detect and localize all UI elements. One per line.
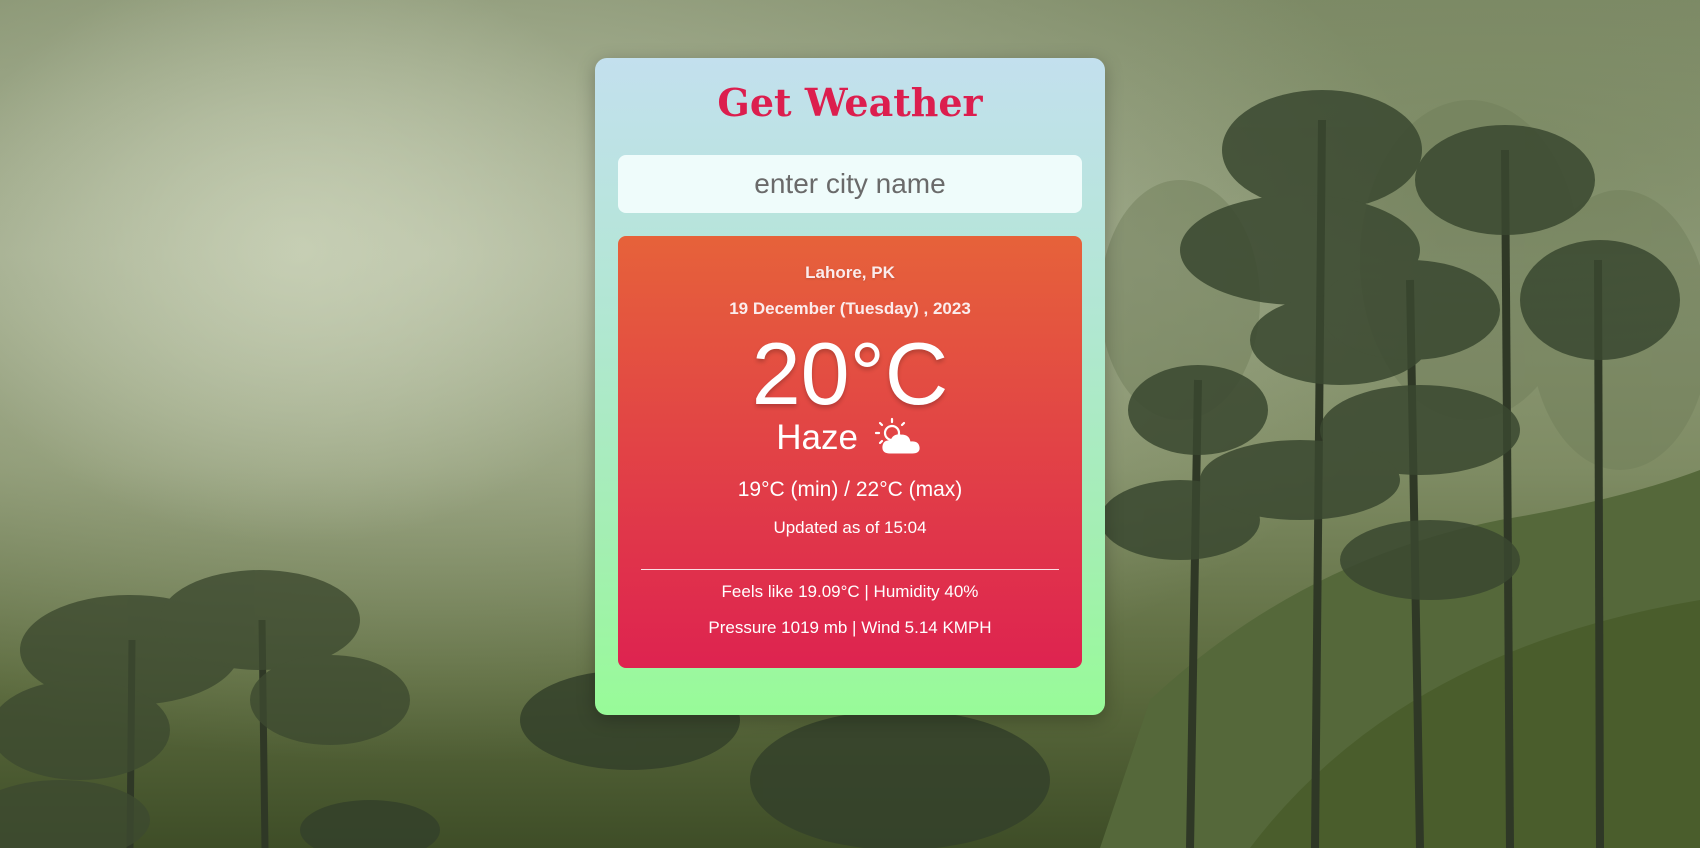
min-max-temperature: 19°C (min) / 22°C (max) bbox=[737, 478, 963, 501]
city-search-input[interactable] bbox=[618, 155, 1082, 213]
pressure-wind: Pressure 1019 mb | Wind 5.14 KMPH bbox=[708, 618, 992, 637]
condition-row: Haze bbox=[618, 416, 1082, 460]
date-label: 19 December (Tuesday) , 2023 bbox=[729, 299, 971, 318]
weather-card: Get Weather Lahore, PK 19 December (Tues… bbox=[595, 58, 1105, 715]
updated-time: Updated as of 15:04 bbox=[773, 518, 927, 537]
sun-behind-cloud-icon bbox=[874, 417, 920, 454]
app-title: Get Weather bbox=[717, 80, 983, 125]
condition-label: Haze bbox=[776, 418, 858, 457]
temperature-value: 20°C bbox=[751, 324, 949, 423]
weather-result-panel: Lahore, PK 19 December (Tuesday) , 2023 … bbox=[618, 236, 1082, 668]
feels-like-humidity: Feels like 19.09°C | Humidity 40% bbox=[721, 582, 979, 601]
location-label: Lahore, PK bbox=[805, 263, 895, 282]
divider bbox=[641, 569, 1059, 570]
